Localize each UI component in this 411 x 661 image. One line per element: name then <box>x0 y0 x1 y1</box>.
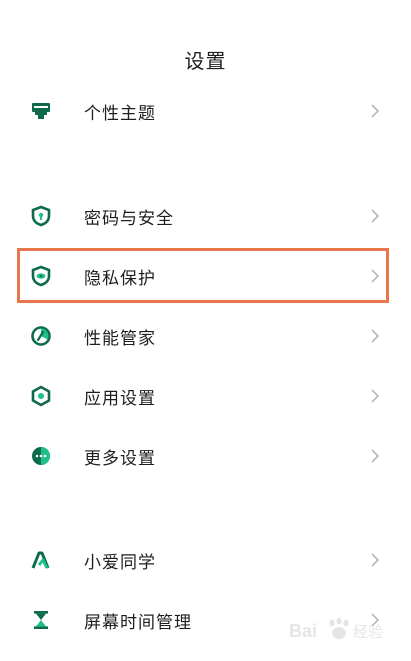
chevron-right-icon <box>369 552 381 568</box>
baidu-watermark: Bai 经验 <box>287 613 397 647</box>
privacy-shield-icon <box>30 265 52 287</box>
hourglass-icon <box>30 609 52 631</box>
settings-item-app-settings[interactable]: 应用设置 <box>0 368 411 424</box>
chevron-right-icon <box>369 328 381 344</box>
settings-item-more-settings[interactable]: 更多设置 <box>0 428 411 484</box>
more-settings-icon <box>30 445 52 467</box>
chevron-right-icon <box>369 388 381 404</box>
chevron-right-icon <box>369 448 381 464</box>
chevron-right-icon <box>369 103 381 119</box>
page-title: 设置 <box>184 49 227 73</box>
shield-lock-icon <box>30 205 52 227</box>
settings-item-label: 密码与安全 <box>84 208 174 229</box>
settings-item-privacy[interactable]: 隐私保护 <box>0 248 411 304</box>
settings-item-label: 应用设置 <box>84 388 156 409</box>
chevron-right-icon <box>369 208 381 224</box>
settings-item-xiaoai[interactable]: 小爱同学 <box>0 532 411 588</box>
xiaoai-icon <box>30 549 52 571</box>
settings-item-label: 个性主题 <box>84 103 156 124</box>
settings-item-theme[interactable]: 个性主题 <box>0 83 411 139</box>
settings-item-label: 隐私保护 <box>84 268 156 289</box>
svg-text:Bai: Bai <box>289 621 317 641</box>
settings-item-performance[interactable]: 性能管家 <box>0 308 411 364</box>
chevron-right-icon <box>369 268 381 284</box>
theme-icon <box>30 100 52 122</box>
settings-item-label: 屏幕时间管理 <box>84 612 192 633</box>
settings-item-label: 更多设置 <box>84 448 156 469</box>
app-settings-icon <box>30 385 52 407</box>
baidu-paw-icon: Bai 经验 <box>289 617 383 641</box>
svg-text:经验: 经验 <box>353 623 383 641</box>
settings-item-label: 性能管家 <box>84 328 156 349</box>
settings-item-password-security[interactable]: 密码与安全 <box>0 188 411 244</box>
settings-item-label: 小爱同学 <box>84 552 156 573</box>
performance-icon <box>30 325 52 347</box>
